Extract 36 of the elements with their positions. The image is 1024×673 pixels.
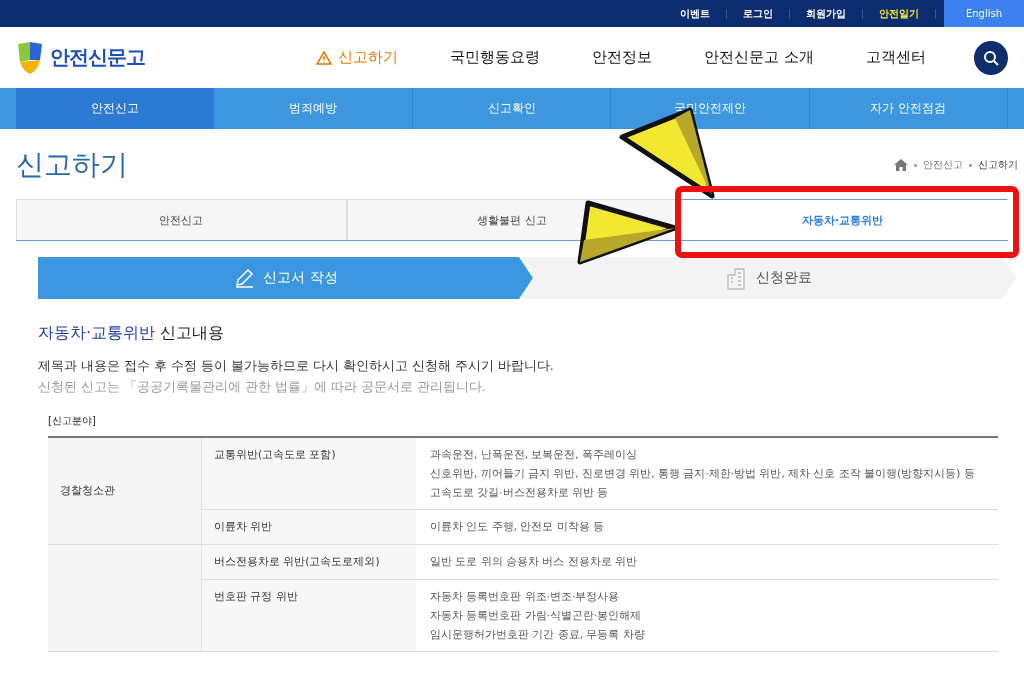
field-cell: 교통위반(고속도로 포함): [201, 437, 416, 510]
step: 신고서 작성: [38, 257, 533, 299]
section-title: 자동차·교통위반 신고내용: [38, 323, 226, 344]
main-nav-item[interactable]: 고객센터: [865, 48, 926, 67]
page-title: 신고하기: [16, 147, 128, 183]
field-cell: 번호판 규정 위반: [201, 579, 416, 652]
examples-cell: 일반 도로 위의 승용차 버스 전용차로 위반: [416, 544, 998, 580]
tab[interactable]: 안전신고: [16, 199, 347, 240]
step: 신청완료: [521, 257, 1016, 299]
records-notice-text: 신청된 신고는 「공공기록물관리에 관한 법률」에 따라 공문서로 관리됩니다.: [38, 379, 487, 396]
field-cell: 이륜차 위반: [201, 509, 416, 545]
search-icon: [983, 49, 999, 66]
breadcrumb-item[interactable]: 신고하기: [978, 158, 1018, 172]
field-cell: 버스전용차로 위반(고속도로제외): [201, 544, 416, 580]
top-link[interactable]: 로그인: [727, 8, 790, 19]
top-link[interactable]: 이벤트: [664, 8, 727, 19]
building-icon: [725, 266, 748, 290]
table-caption: [신고분야]: [48, 414, 97, 428]
examples-cell: 과속운전, 난폭운전, 보복운전, 폭주레이싱 신호위반, 끼어들기 금지 위반, 진로변경 위반, 통행 금지·제한·방법 위반, 제차 신호 조작 불이행(방향지시등) 등 고속도로 갓길·버스전용차로 위반 등: [416, 437, 998, 510]
top-link[interactable]: 안전일기: [863, 8, 936, 19]
main-nav-item[interactable]: 안전정보: [592, 48, 653, 67]
examples-cell: 자동차 등록번호판 위조·변조·부정사용 자동차 등록번호판 가림·식별곤란·봉인해제 임시운행허가번호판 기간 종료, 무등록 차량: [416, 579, 998, 652]
language-button[interactable]: English: [944, 0, 1024, 27]
examples-cell: 이륜차 인도 주행, 안전모 미착용 등: [416, 509, 998, 545]
logo-text[interactable]: 안전신문고: [50, 44, 145, 71]
home-icon[interactable]: [894, 159, 908, 171]
sub-nav-item[interactable]: 안전신고: [16, 88, 215, 129]
search-button[interactable]: [974, 40, 1008, 75]
notice-text: 제목과 내용은 접수 후 수정 등이 불가능하므로 다시 확인하시고 신청해 주시기 바랍니다.: [38, 358, 555, 375]
group-cell: 경찰청소관: [48, 437, 202, 545]
breadcrumb-item[interactable]: 안전신고: [923, 158, 963, 172]
warning-icon: [316, 50, 332, 65]
top-link[interactable]: 회원가입: [790, 8, 863, 19]
pencil-icon: [233, 267, 256, 289]
main-nav-item[interactable]: 안전신문고 소개: [704, 48, 814, 67]
main-nav-item[interactable]: 국민행동요령: [450, 48, 541, 67]
